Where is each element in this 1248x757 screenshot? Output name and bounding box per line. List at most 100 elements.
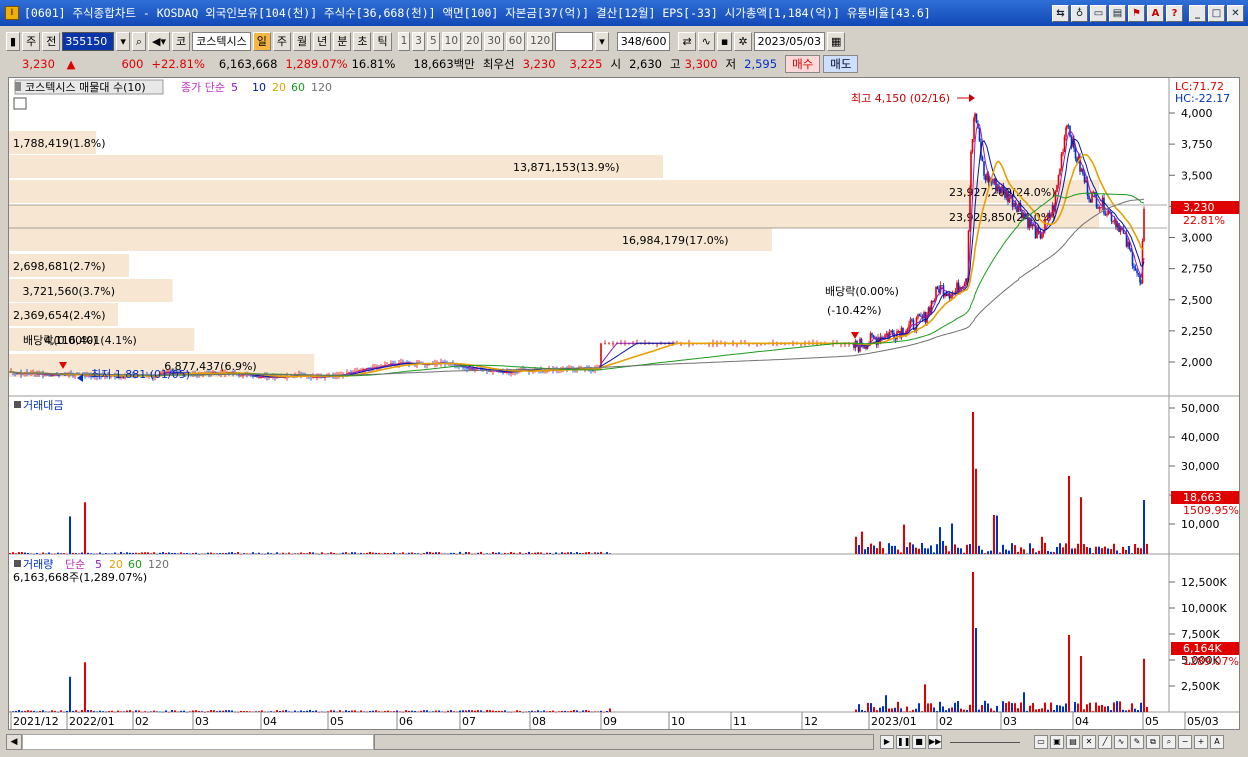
window-icon[interactable]: ▭ — [1090, 4, 1107, 22]
period-minute[interactable]: 분 — [333, 31, 352, 51]
custom-dropdown-icon[interactable]: ▾ — [595, 31, 609, 51]
calendar-icon[interactable]: ▦ — [826, 31, 846, 51]
price-tick-label: 3,500 — [1181, 169, 1213, 182]
period-year[interactable]: 년 — [313, 31, 332, 51]
minute-5[interactable]: 5 — [426, 31, 440, 51]
exchange-icon[interactable]: ⇄ — [678, 31, 696, 51]
volume-bar — [987, 703, 989, 712]
scroll-track[interactable] — [22, 734, 374, 750]
market-select[interactable]: 주 — [22, 31, 41, 51]
close-button[interactable]: ✕ — [1227, 4, 1244, 22]
amount-bar — [1098, 546, 1100, 554]
indicator-icon[interactable]: ∿ — [697, 31, 715, 51]
profile-title: 코스텍시스 매물대 수(10) — [25, 81, 146, 94]
volume-bar — [1077, 703, 1079, 712]
font-size-icon[interactable]: A — [1210, 735, 1224, 749]
maximize-button[interactable]: □ — [1208, 4, 1225, 22]
amount-bar — [333, 552, 335, 554]
volume-bar — [912, 709, 914, 712]
date-input[interactable]: 2023/05/03 — [753, 31, 825, 51]
zoom-icon[interactable]: ⌕ — [1162, 735, 1176, 749]
acrobat-icon[interactable]: A — [1147, 4, 1164, 22]
volume-bar — [222, 710, 224, 712]
cross-icon[interactable]: ✕ — [1082, 735, 1096, 749]
link-icon[interactable]: ⇆ — [1052, 4, 1069, 22]
stock-code-input[interactable]: 355150 — [62, 31, 115, 51]
draw-line-icon[interactable]: ╱ — [1098, 735, 1112, 749]
volume-bar — [57, 711, 59, 713]
volume-bar — [30, 710, 32, 712]
amount-bar — [579, 552, 581, 554]
amount-bar — [327, 553, 329, 554]
period-day[interactable]: 일 — [252, 31, 271, 51]
stop-icon[interactable]: ■ — [912, 735, 926, 749]
amount-bar — [24, 552, 26, 554]
minute-10[interactable]: 10 — [441, 31, 462, 51]
settings-icon[interactable]: ✲ — [734, 31, 752, 51]
amount-bar — [1038, 550, 1040, 554]
price-change: 600 — [121, 57, 144, 71]
code-dropdown-icon[interactable]: ▾ — [116, 31, 130, 51]
scroll-thumb[interactable] — [374, 734, 874, 750]
zoom-in-icon[interactable]: + — [1194, 735, 1208, 749]
zoom-out-icon[interactable]: − — [1178, 735, 1192, 749]
amount-bar — [408, 552, 410, 554]
save-icon[interactable]: ▪ — [716, 31, 733, 51]
amount-bar — [921, 542, 923, 554]
zoom-slider[interactable] — [950, 741, 1020, 743]
flag-icon[interactable]: ⚑ — [1128, 4, 1145, 22]
draw-tool-icon[interactable]: ∿ — [1114, 735, 1128, 749]
count-value: 348 — [620, 34, 642, 48]
price-change-pct: +22.81% — [151, 57, 205, 71]
custom-period-input[interactable] — [555, 31, 594, 51]
help-icon[interactable]: ? — [1166, 4, 1183, 22]
sell-button[interactable]: 매도 — [823, 55, 859, 73]
volume-bar — [267, 711, 269, 713]
pause-icon[interactable]: ❚❚ — [896, 735, 910, 749]
period-second[interactable]: 초 — [353, 31, 372, 51]
minute-60[interactable]: 60 — [505, 31, 526, 51]
scroll-left-icon[interactable]: ◀ — [6, 734, 22, 750]
minute-3[interactable]: 3 — [412, 31, 425, 51]
minute-20[interactable]: 20 — [463, 31, 483, 51]
amount-bar — [561, 552, 563, 554]
high-arrow-icon — [969, 94, 975, 102]
fast-forward-icon[interactable]: ▶▶ — [928, 735, 942, 749]
volume-bar — [891, 708, 893, 712]
count-input[interactable]: 348/600 — [616, 31, 671, 51]
volume-bar — [1110, 710, 1112, 712]
pen-icon[interactable]: ✎ — [1130, 735, 1144, 749]
amount-bar — [387, 552, 389, 554]
search-icon[interactable]: ⌕ — [131, 31, 147, 51]
minute-1[interactable]: 1 — [397, 31, 411, 51]
minute-120[interactable]: 120 — [527, 31, 554, 51]
volume-bar — [450, 710, 452, 712]
print-icon[interactable]: ▤ — [1109, 4, 1126, 22]
amount-bar — [606, 552, 608, 554]
minimize-button[interactable]: _ — [1189, 4, 1206, 22]
copy-icon[interactable]: ⧉ — [1146, 735, 1160, 749]
lock-icon[interactable]: ♁ — [1071, 4, 1088, 22]
period-month[interactable]: 월 — [292, 31, 312, 51]
overlay-icon[interactable]: ▣ — [1050, 735, 1064, 749]
amount-bar — [1122, 546, 1124, 554]
speaker-icon[interactable]: ◀▾ — [148, 31, 170, 51]
minute-30[interactable]: 30 — [484, 31, 504, 51]
candle-body — [1045, 218, 1048, 220]
compare-icon[interactable]: ▤ — [1066, 735, 1080, 749]
period-week[interactable]: 주 — [272, 31, 291, 51]
stock-chart[interactable]: 1,788,419(1.8%)13,871,153(13.9%)23,927,2… — [8, 78, 1239, 729]
window-split-icon[interactable]: ▭ — [1034, 735, 1048, 749]
volume-bar — [1005, 703, 1007, 712]
period-tick[interactable]: 틱 — [373, 31, 392, 51]
grid-toggle-icon[interactable] — [13, 97, 27, 110]
volume-bar — [1092, 711, 1094, 712]
chart-area[interactable]: 1,788,419(1.8%)13,871,153(13.9%)23,927,2… — [8, 77, 1240, 730]
kor-button[interactable]: 코 — [172, 31, 191, 51]
scroll-bar[interactable]: ◀ ▶ ❚❚ ■ ▶▶ ▭ ▣ ▤ ✕ ╱ ∿ ✎ ⧉ ⌕ − + A — [6, 733, 1244, 751]
play-icon[interactable]: ▶ — [880, 735, 894, 749]
volume-bar — [1086, 704, 1088, 712]
prev-button[interactable]: 전 — [42, 31, 61, 51]
chart-type-icon[interactable]: ▮ — [6, 31, 21, 51]
buy-button[interactable]: 매수 — [785, 55, 821, 73]
